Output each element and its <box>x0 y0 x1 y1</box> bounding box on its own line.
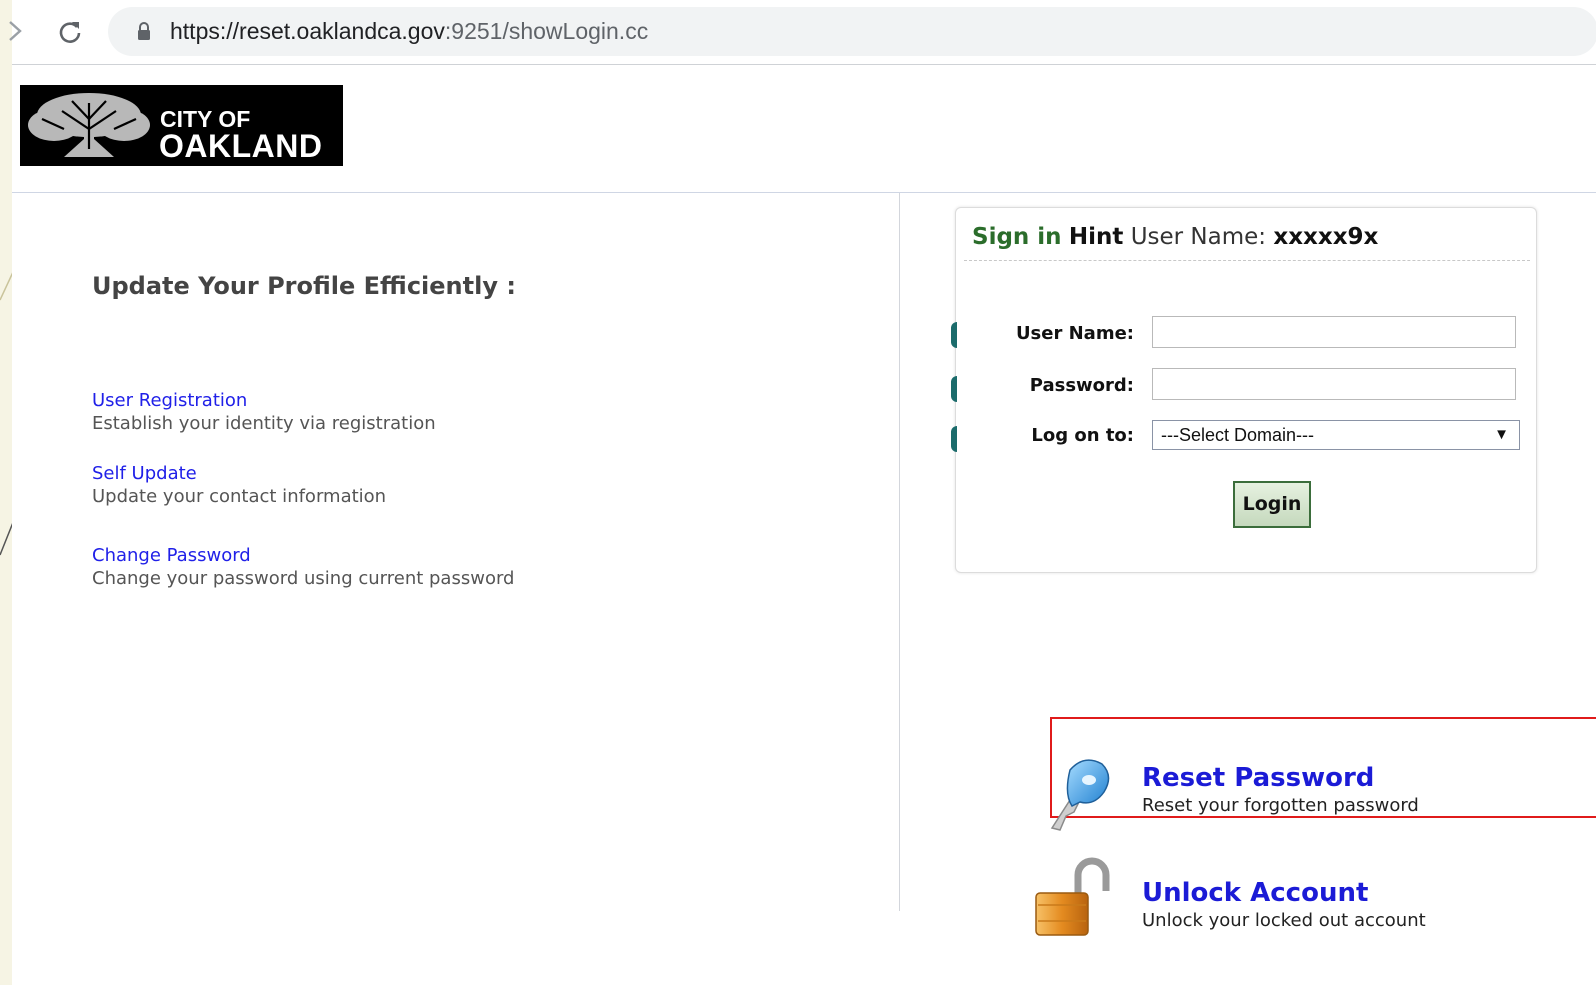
reload-icon[interactable] <box>56 18 84 46</box>
user-registration-desc: Establish your identity via registration <box>92 413 436 434</box>
login-panel: Sign in Hint User Name: xxxxx9x User Nam… <box>951 207 1537 573</box>
column-divider <box>899 193 900 911</box>
self-update-desc: Update your contact information <box>92 486 387 507</box>
unlock-account-desc: Unlock your locked out account <box>1142 910 1426 931</box>
username-label: User Name: <box>1015 323 1134 344</box>
reset-password-link[interactable]: Reset Password <box>1142 763 1374 793</box>
signin-hint: Sign in Hint User Name: xxxxx9x <box>972 224 1378 250</box>
lock-icon[interactable] <box>136 22 152 42</box>
unlock-account-link[interactable]: Unlock Account <box>1142 878 1368 908</box>
hint-divider <box>964 260 1530 261</box>
dropdown-arrow-icon: ▼ <box>1494 426 1509 443</box>
domain-marker <box>951 426 957 452</box>
username-marker <box>951 322 957 348</box>
user-registration-link[interactable]: User Registration <box>92 390 247 411</box>
city-logo: CITY OF OAKLAND <box>20 85 343 166</box>
oak-tree-icon <box>28 93 150 157</box>
browser-toolbar: https://reset.oaklandca.gov:9251/showLog… <box>9 0 1596 65</box>
screenshot-page: https://reset.oaklandca.gov:9251/showLog… <box>0 0 1596 985</box>
url-host: https://reset.oaklandca.gov <box>170 18 445 44</box>
change-password-link[interactable]: Change Password <box>92 545 251 566</box>
url-path: :9251/showLogin.cc <box>444 18 649 44</box>
username-input[interactable] <box>1152 316 1516 348</box>
key-icon[interactable] <box>1044 754 1114 834</box>
self-update-link[interactable]: Self Update <box>92 463 197 484</box>
password-marker <box>951 376 957 402</box>
padlock-icon[interactable] <box>1032 857 1114 939</box>
logon-label: Log on to: <box>1031 425 1134 446</box>
url-text[interactable]: https://reset.oaklandca.gov:9251/showLog… <box>170 14 648 48</box>
login-button[interactable]: Login <box>1233 481 1311 528</box>
reset-password-desc: Reset your forgotten password <box>1142 795 1419 816</box>
change-password-desc: Change your password using current passw… <box>92 568 515 589</box>
profile-heading: Update Your Profile Efficiently : <box>92 272 516 300</box>
browser-window: https://reset.oaklandca.gov:9251/showLog… <box>9 0 1596 985</box>
hint-value: xxxxx9x <box>1273 224 1379 250</box>
domain-select[interactable]: ---Select Domain--- ▼ <box>1152 420 1520 450</box>
hint-signin: Sign in <box>972 224 1062 250</box>
header-divider <box>12 192 1596 193</box>
password-input[interactable] <box>1152 368 1516 400</box>
logo-line-oakland: OAKLAND <box>159 128 323 164</box>
domain-selected: ---Select Domain--- <box>1161 425 1315 445</box>
hint-word: Hint <box>1068 224 1124 250</box>
back-arrow-icon[interactable] <box>6 18 26 44</box>
password-label: Password: <box>1029 375 1134 396</box>
hint-label: User Name: <box>1123 224 1274 250</box>
